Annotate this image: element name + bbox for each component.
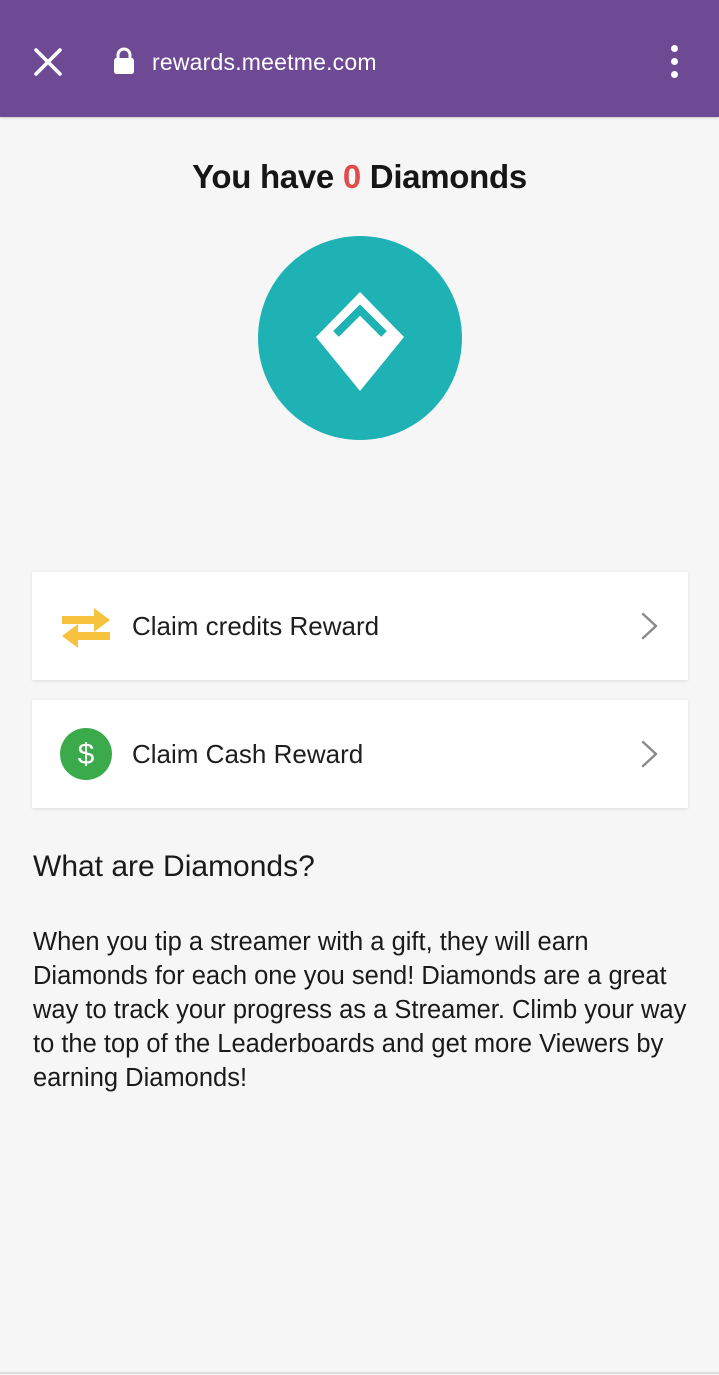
divider — [0, 1372, 719, 1374]
info-heading: What are Diamonds? — [33, 850, 315, 883]
chevron-right-icon — [638, 612, 662, 645]
info-body: When you tip a streamer with a gift, the… — [33, 928, 687, 1092]
diamond-badge — [258, 236, 462, 440]
diamond-icon — [316, 292, 404, 391]
svg-text:$: $ — [78, 738, 95, 771]
page-title: You have 0 Diamonds — [0, 154, 719, 200]
lock-icon — [112, 46, 136, 76]
address-bar-url[interactable]: rewards.meetme.com — [152, 47, 377, 77]
more-vert-icon[interactable] — [658, 40, 690, 82]
diamond-count: 0 — [342, 158, 361, 195]
chevron-right-icon — [638, 740, 662, 773]
claim-credits-reward-item[interactable]: Claim credits Reward — [32, 572, 688, 680]
browser-toolbar: rewards.meetme.com — [0, 0, 719, 117]
close-icon[interactable] — [28, 42, 68, 82]
swap-arrows-icon — [60, 600, 112, 652]
title-suffix: Diamonds — [369, 158, 527, 195]
title-prefix: You have — [192, 158, 334, 195]
claim-credits-label: Claim credits Reward — [132, 611, 380, 641]
dollar-coin-icon: $ — [60, 728, 112, 780]
claim-cash-reward-item[interactable]: $ Claim Cash Reward — [32, 700, 688, 808]
claim-cash-label: Claim Cash Reward — [132, 739, 364, 769]
